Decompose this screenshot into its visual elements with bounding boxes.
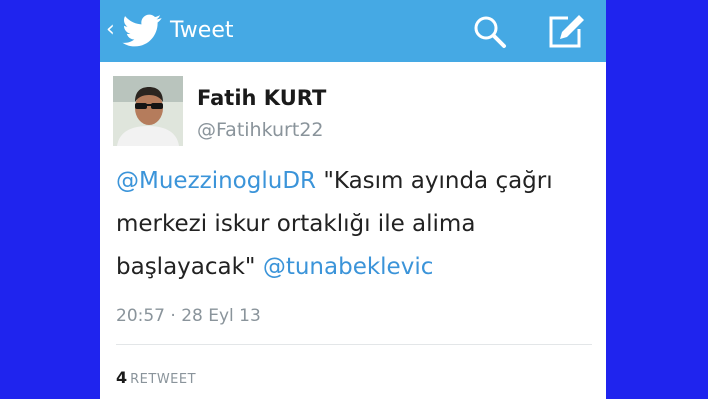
- avatar[interactable]: [113, 76, 183, 146]
- top-app-bar: ‹ Tweet: [100, 0, 606, 62]
- retweet-label: RETWEET: [130, 372, 197, 387]
- tweet-text: @MuezzinogluDR "Kasım ayında çağrı merke…: [116, 160, 596, 289]
- tweet-timestamp: 20:57 · 28 Eyl 13: [116, 306, 261, 326]
- page-title: Tweet: [170, 18, 234, 43]
- chevron-left-icon[interactable]: ‹: [106, 16, 115, 44]
- author-name[interactable]: Fatih KURT: [197, 86, 326, 110]
- retweet-count: 4: [116, 368, 128, 387]
- mention-link[interactable]: @tunabeklevic: [263, 254, 434, 280]
- divider: [116, 344, 592, 345]
- mention-link[interactable]: @MuezzinogluDR: [116, 168, 316, 194]
- author-handle[interactable]: @Fatihkurt22: [197, 119, 324, 141]
- search-icon[interactable]: [472, 14, 508, 50]
- tweet-screen: ‹ Tweet Fatih KURT @Fatihkurt22 @Muezzin…: [100, 0, 606, 399]
- retweet-stats[interactable]: 4 RETWEET: [116, 368, 196, 387]
- twitter-bird-icon[interactable]: [122, 14, 162, 48]
- compose-icon[interactable]: [546, 12, 586, 50]
